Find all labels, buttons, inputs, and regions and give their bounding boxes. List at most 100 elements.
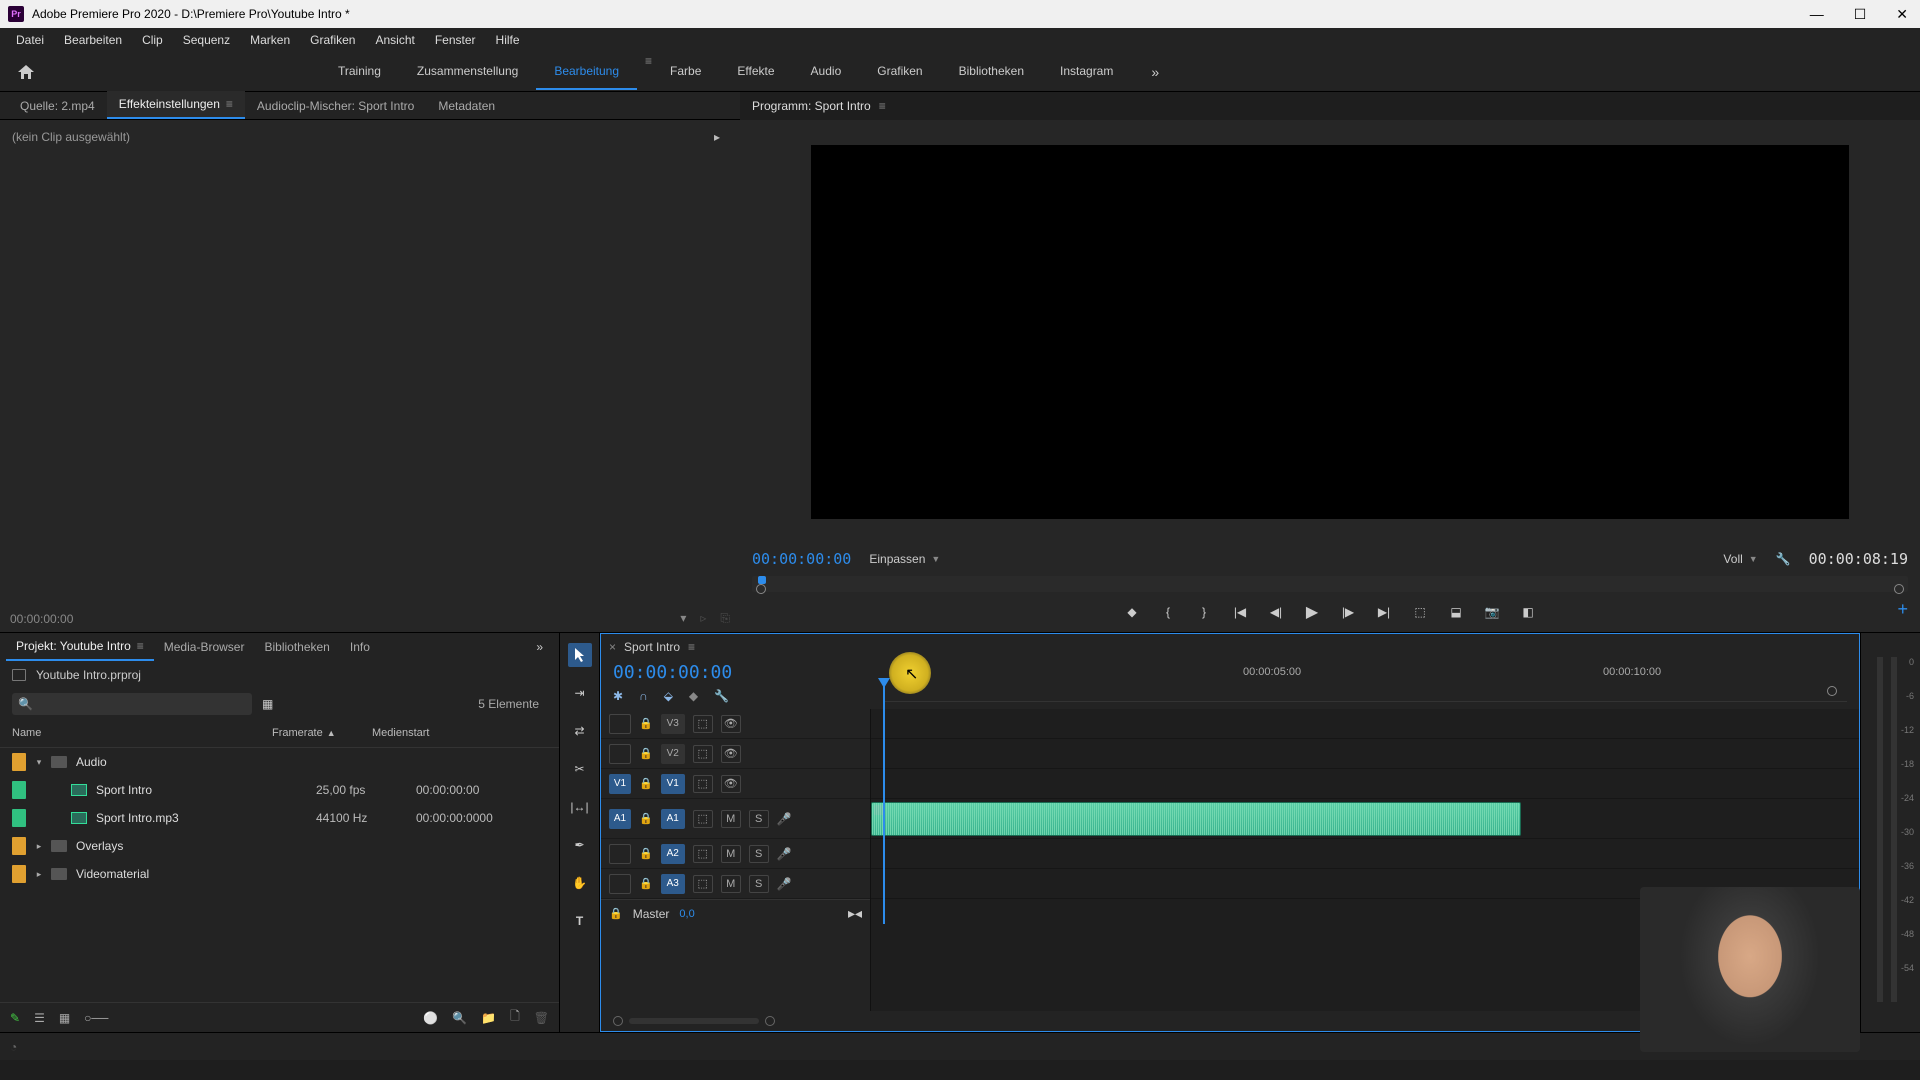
lock-icon[interactable]: 🔒 bbox=[609, 907, 623, 920]
lock-icon[interactable]: 🔒 bbox=[639, 877, 653, 890]
video-track-lane[interactable] bbox=[871, 769, 1859, 799]
program-monitor[interactable] bbox=[740, 120, 1920, 544]
col-mediastart[interactable]: Medienstart bbox=[372, 723, 492, 743]
insert-icon[interactable]: ▹ bbox=[700, 611, 706, 626]
source-patch[interactable] bbox=[609, 874, 631, 894]
source-patch[interactable]: V1 bbox=[609, 774, 631, 794]
panel-menu-icon[interactable]: ≡ bbox=[688, 640, 695, 654]
pen-tool[interactable]: ✒ bbox=[568, 833, 592, 857]
maximize-button[interactable]: ☐ bbox=[1850, 4, 1871, 25]
col-framerate[interactable]: Framerate ▲ bbox=[272, 723, 372, 743]
lift-button[interactable]: ⬚ bbox=[1411, 605, 1429, 619]
scrubber-playhead[interactable] bbox=[758, 576, 766, 584]
sync-lock-icon[interactable]: ⬚ bbox=[693, 745, 713, 763]
fit-dropdown[interactable]: Einpassen ▼ bbox=[869, 552, 940, 566]
new-bin-button[interactable]: 📁 bbox=[481, 1011, 496, 1025]
freeform-view-button[interactable]: ▦ bbox=[59, 1011, 70, 1025]
sync-lock-icon[interactable]: ⬚ bbox=[693, 775, 713, 793]
search-input[interactable] bbox=[39, 697, 246, 712]
workspace-grafiken[interactable]: Grafiken bbox=[859, 54, 940, 90]
zoom-bar[interactable] bbox=[629, 1018, 759, 1024]
list-view-button[interactable]: ✎ bbox=[10, 1011, 20, 1025]
export-frame-button[interactable]: 📷 bbox=[1483, 605, 1501, 619]
comparison-button[interactable]: ◧ bbox=[1519, 605, 1537, 619]
label-color-chip[interactable] bbox=[12, 753, 26, 771]
toggle-output-icon[interactable]: 👁 bbox=[721, 715, 741, 733]
project-tab[interactable]: Bibliotheken bbox=[254, 634, 339, 660]
timeline-settings-icon[interactable]: 🔧 bbox=[714, 689, 729, 703]
video-track-lane[interactable] bbox=[871, 739, 1859, 769]
razor-tool[interactable]: ✂ bbox=[568, 757, 592, 781]
minimize-button[interactable]: — bbox=[1806, 4, 1828, 25]
sync-lock-icon[interactable]: ⬚ bbox=[693, 810, 713, 828]
source-patch[interactable]: A1 bbox=[609, 809, 631, 829]
lock-icon[interactable]: 🔒 bbox=[639, 847, 653, 860]
project-item[interactable]: ▾Audio bbox=[0, 748, 559, 776]
workspace-bibliotheken[interactable]: Bibliotheken bbox=[941, 54, 1042, 90]
audio-track-lane[interactable] bbox=[871, 799, 1859, 839]
track-target[interactable]: V2 bbox=[661, 744, 685, 764]
new-bin-icon[interactable]: ▦ bbox=[262, 697, 273, 711]
icon-view-button[interactable]: ☰ bbox=[34, 1011, 45, 1025]
menu-hilfe[interactable]: Hilfe bbox=[488, 30, 528, 50]
mark-out-button[interactable]: } bbox=[1195, 605, 1213, 619]
audio-track-lane[interactable] bbox=[871, 839, 1859, 869]
timeline-timecode[interactable]: 00:00:00:00 bbox=[613, 662, 883, 683]
lock-icon[interactable]: 🔒 bbox=[639, 717, 653, 730]
zoom-slider[interactable]: ○── bbox=[84, 1011, 108, 1025]
linked-selection-icon[interactable]: ∩ bbox=[639, 689, 648, 703]
source-patch[interactable] bbox=[609, 844, 631, 864]
track-target[interactable]: V1 bbox=[661, 774, 685, 794]
type-tool[interactable]: T bbox=[568, 909, 592, 933]
source-patch[interactable] bbox=[609, 714, 631, 734]
panel-menu-icon[interactable]: ≡ bbox=[137, 639, 144, 653]
quality-dropdown[interactable]: Voll ▼ bbox=[1723, 552, 1757, 566]
extract-button[interactable]: ⬓ bbox=[1447, 605, 1465, 619]
menu-ansicht[interactable]: Ansicht bbox=[367, 30, 422, 50]
menu-grafiken[interactable]: Grafiken bbox=[302, 30, 363, 50]
button-editor-button[interactable]: + bbox=[1897, 599, 1908, 620]
audio-clip[interactable] bbox=[871, 802, 1521, 836]
workspace-instagram[interactable]: Instagram bbox=[1042, 54, 1131, 90]
toggle-output-icon[interactable]: 👁 bbox=[721, 775, 741, 793]
step-forward-button[interactable]: |▶ bbox=[1339, 605, 1357, 619]
track-target[interactable]: A3 bbox=[661, 874, 685, 894]
workspace-menu-icon[interactable]: ≡ bbox=[645, 54, 652, 90]
lock-icon[interactable]: 🔒 bbox=[639, 747, 653, 760]
delete-button[interactable]: 🗑 bbox=[534, 1011, 549, 1025]
project-item[interactable]: Sport Intro25,00 fps00:00:00:00 bbox=[0, 776, 559, 804]
program-timecode[interactable]: 00:00:00:00 bbox=[752, 550, 851, 568]
workspace-farbe[interactable]: Farbe bbox=[652, 54, 719, 90]
find-button[interactable]: 🔍 bbox=[452, 1011, 467, 1025]
project-search[interactable]: 🔍 bbox=[12, 693, 252, 715]
selection-tool[interactable] bbox=[568, 643, 592, 667]
workspace-bearbeitung[interactable]: Bearbeitung bbox=[536, 54, 637, 90]
slip-tool[interactable]: |↔| bbox=[568, 795, 592, 819]
label-color-chip[interactable] bbox=[12, 809, 26, 827]
label-color-chip[interactable] bbox=[12, 837, 26, 855]
sync-lock-icon[interactable]: ⬚ bbox=[693, 845, 713, 863]
label-color-chip[interactable] bbox=[12, 865, 26, 883]
source-tab[interactable]: Quelle: 2.mp4 bbox=[8, 93, 107, 119]
expand-arrow-icon[interactable]: ▸ bbox=[714, 130, 720, 144]
scrubber-out-handle[interactable] bbox=[1894, 584, 1904, 594]
workspace-effekte[interactable]: Effekte bbox=[719, 54, 792, 90]
timeline-ruler[interactable]: 00:00:05:0000:00:10:00 bbox=[883, 662, 1847, 702]
project-tabs-overflow[interactable]: » bbox=[526, 640, 553, 654]
work-area-handle[interactable] bbox=[1827, 686, 1837, 696]
settings-icon[interactable]: 🔧 bbox=[1776, 552, 1791, 566]
mute-button[interactable]: M bbox=[721, 810, 741, 828]
twisty-icon[interactable]: ▸ bbox=[32, 869, 46, 880]
solo-button[interactable]: S bbox=[749, 875, 769, 893]
track-target[interactable]: A2 bbox=[661, 844, 685, 864]
source-patch[interactable] bbox=[609, 744, 631, 764]
timeline-sequence-name[interactable]: Sport Intro bbox=[624, 640, 680, 654]
sync-lock-icon[interactable]: ⬚ bbox=[693, 715, 713, 733]
add-marker-icon[interactable]: ⬙ bbox=[664, 689, 673, 703]
project-item[interactable]: ▸Overlays bbox=[0, 832, 559, 860]
panel-menu-icon[interactable]: ≡ bbox=[226, 97, 233, 111]
menu-clip[interactable]: Clip bbox=[134, 30, 171, 50]
program-scrubber[interactable] bbox=[752, 576, 1908, 592]
video-track-lane[interactable] bbox=[871, 709, 1859, 739]
project-item[interactable]: ▸Videomaterial bbox=[0, 860, 559, 888]
